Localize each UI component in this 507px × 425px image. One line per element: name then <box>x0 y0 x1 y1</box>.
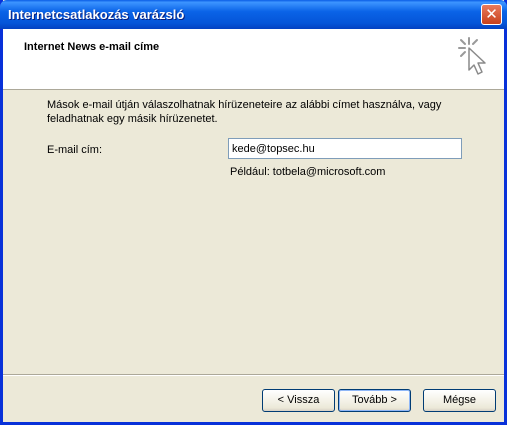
wizard-header: Internet News e-mail címe <box>3 29 504 90</box>
next-button[interactable]: Tovább > <box>338 389 411 412</box>
divider <box>3 374 504 376</box>
wizard-window: Internetcsatlakozás varázsló ✕ Internet … <box>0 0 507 425</box>
cancel-button[interactable]: Mégse <box>423 389 496 412</box>
email-input[interactable] <box>228 138 462 159</box>
title-bar[interactable]: Internetcsatlakozás varázsló ✕ <box>0 0 507 29</box>
example-text: Például: totbela@microsoft.com <box>230 166 386 178</box>
page-title: Internet News e-mail címe <box>24 41 160 53</box>
email-label: E-mail cím: <box>47 144 102 156</box>
description-text: Mások e-mail útján válaszolhatnak hírüze… <box>47 99 442 125</box>
back-button[interactable]: < Vissza <box>262 389 335 412</box>
close-button[interactable]: ✕ <box>481 4 502 25</box>
window-title: Internetcsatlakozás varázsló <box>8 7 185 22</box>
wizard-cursor-icon <box>458 37 486 75</box>
close-icon: ✕ <box>485 5 498 23</box>
